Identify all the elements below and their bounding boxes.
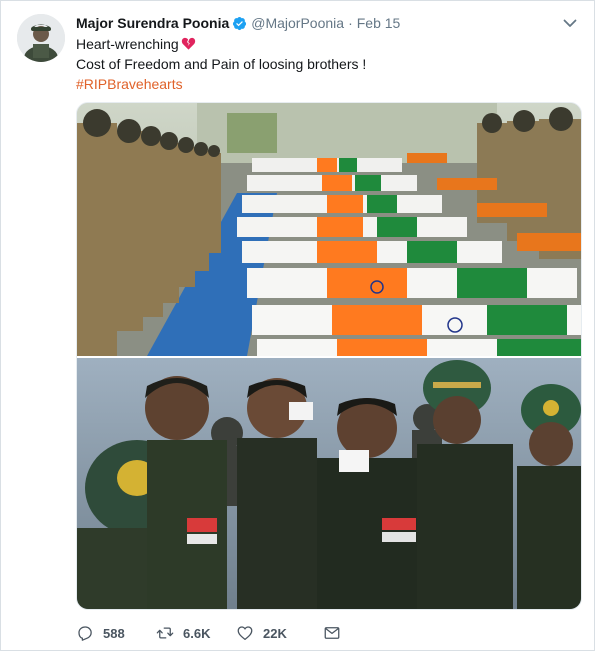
heart-icon xyxy=(237,626,253,641)
tweet-text-line-2: Cost of Freedom and Pain of loosing brot… xyxy=(76,56,367,72)
tweet-text-heart-wrenching: Heart-wrenching xyxy=(76,36,179,52)
retweet-count: 6.6K xyxy=(183,625,211,641)
chevron-down-icon[interactable] xyxy=(562,15,578,31)
like-button[interactable]: 22K xyxy=(236,624,323,642)
reply-count: 588 xyxy=(103,625,125,641)
tweet-media[interactable] xyxy=(76,102,582,610)
tweet-card[interactable]: Major Surendra Poonia @MajorPoonia · Feb… xyxy=(0,0,595,651)
display-name[interactable]: Major Surendra Poonia xyxy=(76,15,229,31)
photo-grieving-soldiers[interactable] xyxy=(77,358,582,610)
hashtag-link[interactable]: #RIPBravehearts xyxy=(76,74,366,94)
like-count: 22K xyxy=(263,625,287,641)
tweet-header: Major Surendra Poonia @MajorPoonia · Feb… xyxy=(76,13,400,33)
tweet-text: Heart-wrenching Cost of Freedom and Pain… xyxy=(76,34,366,94)
verified-badge-icon xyxy=(233,16,247,30)
photo-coffins[interactable] xyxy=(77,103,582,356)
avatar[interactable] xyxy=(17,14,65,62)
retweet-button[interactable]: 6.6K xyxy=(156,624,236,642)
reply-button[interactable]: 588 xyxy=(76,624,156,642)
reply-icon xyxy=(78,626,92,641)
envelope-icon xyxy=(324,627,340,639)
tweet-date[interactable]: Feb 15 xyxy=(357,15,401,31)
direct-message-button[interactable] xyxy=(323,624,341,642)
tweet-actions: 588 6.6K 22K xyxy=(76,620,341,646)
retweet-icon xyxy=(156,627,174,639)
user-handle[interactable]: @MajorPoonia xyxy=(251,15,344,31)
avatar-image xyxy=(17,14,65,62)
separator-dot: · xyxy=(348,15,353,31)
broken-heart-icon xyxy=(181,37,195,50)
tweet-text-line-1: Heart-wrenching xyxy=(76,34,366,54)
